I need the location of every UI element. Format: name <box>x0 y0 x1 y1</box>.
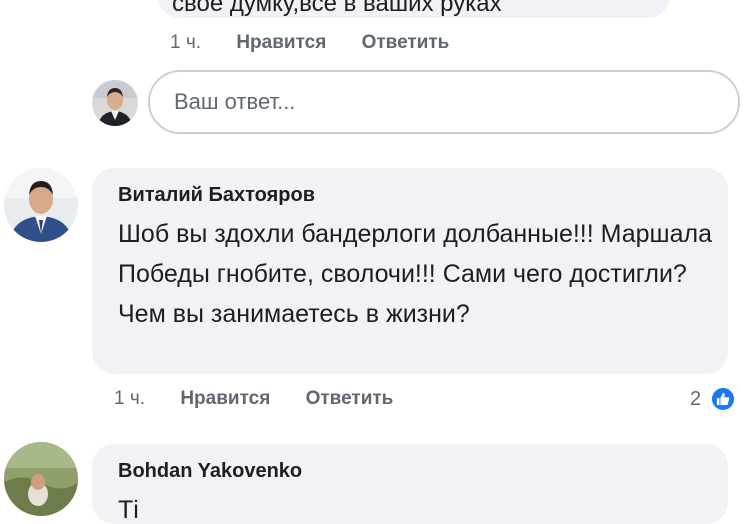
previous-comment-actions: 1 ч. Нравится Ответить <box>170 32 449 54</box>
reply-input[interactable] <box>148 70 740 134</box>
previous-comment-text: своё думку,всё в ваших руках <box>172 0 502 17</box>
comment-bubble: Виталий Бахтояров Шоб вы здохли бандерло… <box>92 168 728 374</box>
like-link[interactable]: Нравится <box>180 388 270 410</box>
reply-link[interactable]: Ответить <box>362 32 450 54</box>
next-comment-bubble: Bohdan Yakovenko Ті <box>92 444 728 524</box>
current-user-avatar[interactable] <box>92 80 138 126</box>
comment-actions: 1 ч. Нравится Ответить <box>114 388 393 410</box>
thumbs-up-icon[interactable] <box>710 386 736 412</box>
comment-author[interactable]: Виталий Бахтояров <box>118 184 315 207</box>
reaction-count[interactable]: 2 <box>690 388 701 411</box>
reply-link[interactable]: Ответить <box>306 388 394 410</box>
comment-text: Шоб вы здохли бандерлоги долбанные!!! Ма… <box>118 220 713 328</box>
comment-time[interactable]: 1 ч. <box>170 32 201 54</box>
author-avatar[interactable] <box>4 168 78 242</box>
next-comment-text: Ті <box>118 496 139 524</box>
like-link[interactable]: Нравится <box>236 32 326 54</box>
comment-time[interactable]: 1 ч. <box>114 388 145 410</box>
next-author-avatar[interactable] <box>4 442 78 516</box>
next-comment-author[interactable]: Bohdan Yakovenko <box>118 460 302 483</box>
previous-comment-bubble: своё думку,всё в ваших руках <box>158 0 670 18</box>
